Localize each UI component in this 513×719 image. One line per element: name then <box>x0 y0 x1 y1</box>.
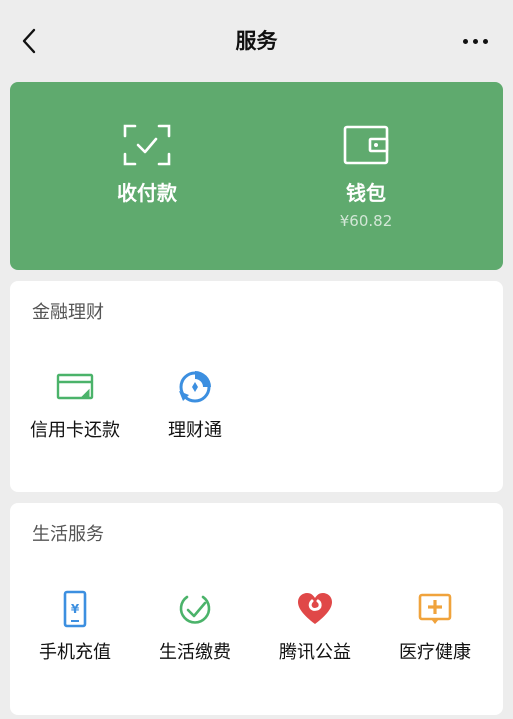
wallet-button[interactable]: 钱包 ¥60.82 <box>243 82 489 270</box>
wallet-panel: 收付款 钱包 ¥60.82 <box>10 82 503 270</box>
more-dot <box>462 38 468 44</box>
wallet-balance: ¥60.82 <box>339 212 393 230</box>
wallet-icon <box>343 125 389 165</box>
medical-health-button[interactable]: 医疗健康 <box>375 589 495 665</box>
tencent-charity-button[interactable]: 腾讯公益 <box>255 589 375 665</box>
mobile-recharge-label: 手机充值 <box>39 642 111 663</box>
life-services-card: 生活服务 ¥ 手机充值 生活缴费 腾讯公益 医疗健康 <box>10 503 503 715</box>
finance-card: 金融理财 信用卡还款 理财通 <box>10 281 503 492</box>
licaitong-icon <box>179 371 211 403</box>
finance-section-title: 金融理财 <box>32 302 104 323</box>
check-circle-icon <box>179 595 211 624</box>
top-bar: 服务 <box>0 0 513 82</box>
svg-text:¥: ¥ <box>71 602 80 616</box>
licaitong-label: 理财通 <box>168 420 222 441</box>
credit-card-icon <box>56 373 94 400</box>
wallet-label: 钱包 <box>346 181 386 205</box>
scan-check-icon <box>123 124 171 166</box>
phone-icon: ¥ <box>63 590 87 628</box>
credit-card-repay-button[interactable]: 信用卡还款 <box>15 367 135 443</box>
page-title: 服务 <box>235 29 278 53</box>
medical-health-label: 医疗健康 <box>399 642 471 663</box>
mobile-recharge-button[interactable]: ¥ 手机充值 <box>15 589 135 665</box>
medical-icon <box>418 593 452 624</box>
life-section-title: 生活服务 <box>32 524 104 545</box>
tencent-charity-label: 腾讯公益 <box>279 642 351 663</box>
more-button[interactable] <box>457 26 493 56</box>
pay-receive-label: 收付款 <box>117 181 177 205</box>
heart-icon <box>298 593 332 624</box>
more-dot <box>482 38 488 44</box>
pay-receive-button[interactable]: 收付款 <box>24 82 270 270</box>
utility-payment-label: 生活缴费 <box>159 642 231 663</box>
utility-payment-button[interactable]: 生活缴费 <box>135 589 255 665</box>
more-dot <box>472 38 478 44</box>
credit-card-repay-label: 信用卡还款 <box>30 420 120 441</box>
licaitong-button[interactable]: 理财通 <box>135 367 255 443</box>
